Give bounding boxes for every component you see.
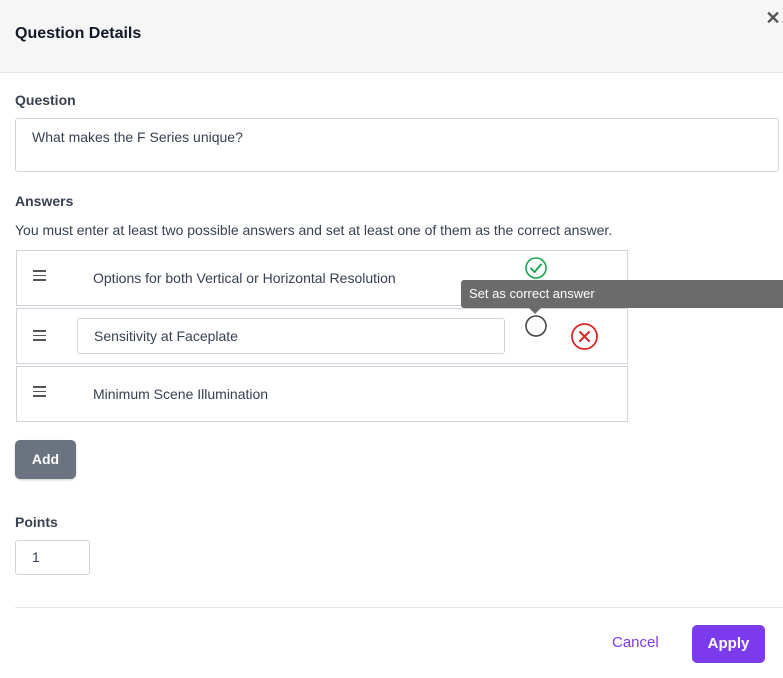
add-answer-button[interactable]: Add	[15, 440, 76, 479]
drag-handle-icon[interactable]	[33, 270, 46, 282]
footer-divider	[15, 607, 783, 608]
empty-circle-icon[interactable]	[524, 314, 548, 338]
question-label: Question	[15, 92, 76, 108]
check-circle-icon[interactable]	[524, 256, 548, 280]
cancel-button[interactable]: Cancel	[612, 634, 659, 651]
answer-edit-input[interactable]: Sensitivity at Faceplate	[77, 318, 505, 354]
question-input[interactable]: What makes the F Series unique?	[15, 118, 779, 172]
tooltip-arrow	[529, 308, 541, 314]
drag-handle-icon[interactable]	[33, 330, 46, 342]
answers-label: Answers	[15, 193, 74, 209]
drag-handle-icon[interactable]	[33, 386, 46, 398]
modal-header: Question Details	[0, 0, 783, 73]
close-icon[interactable]: ✕	[764, 9, 782, 27]
modal-title: Question Details	[15, 25, 142, 42]
tooltip: Set as correct answer	[461, 280, 783, 308]
points-label: Points	[15, 514, 58, 530]
answer-row: Minimum Scene Illumination	[16, 366, 628, 422]
answer-text[interactable]: Minimum Scene Illumination	[93, 386, 268, 402]
answers-hint: You must enter at least two possible ans…	[15, 222, 613, 238]
x-circle-icon[interactable]	[570, 322, 599, 351]
points-input[interactable]: 1	[15, 540, 90, 575]
apply-button[interactable]: Apply	[692, 625, 765, 663]
answer-text[interactable]: Options for both Vertical or Horizontal …	[93, 270, 396, 286]
